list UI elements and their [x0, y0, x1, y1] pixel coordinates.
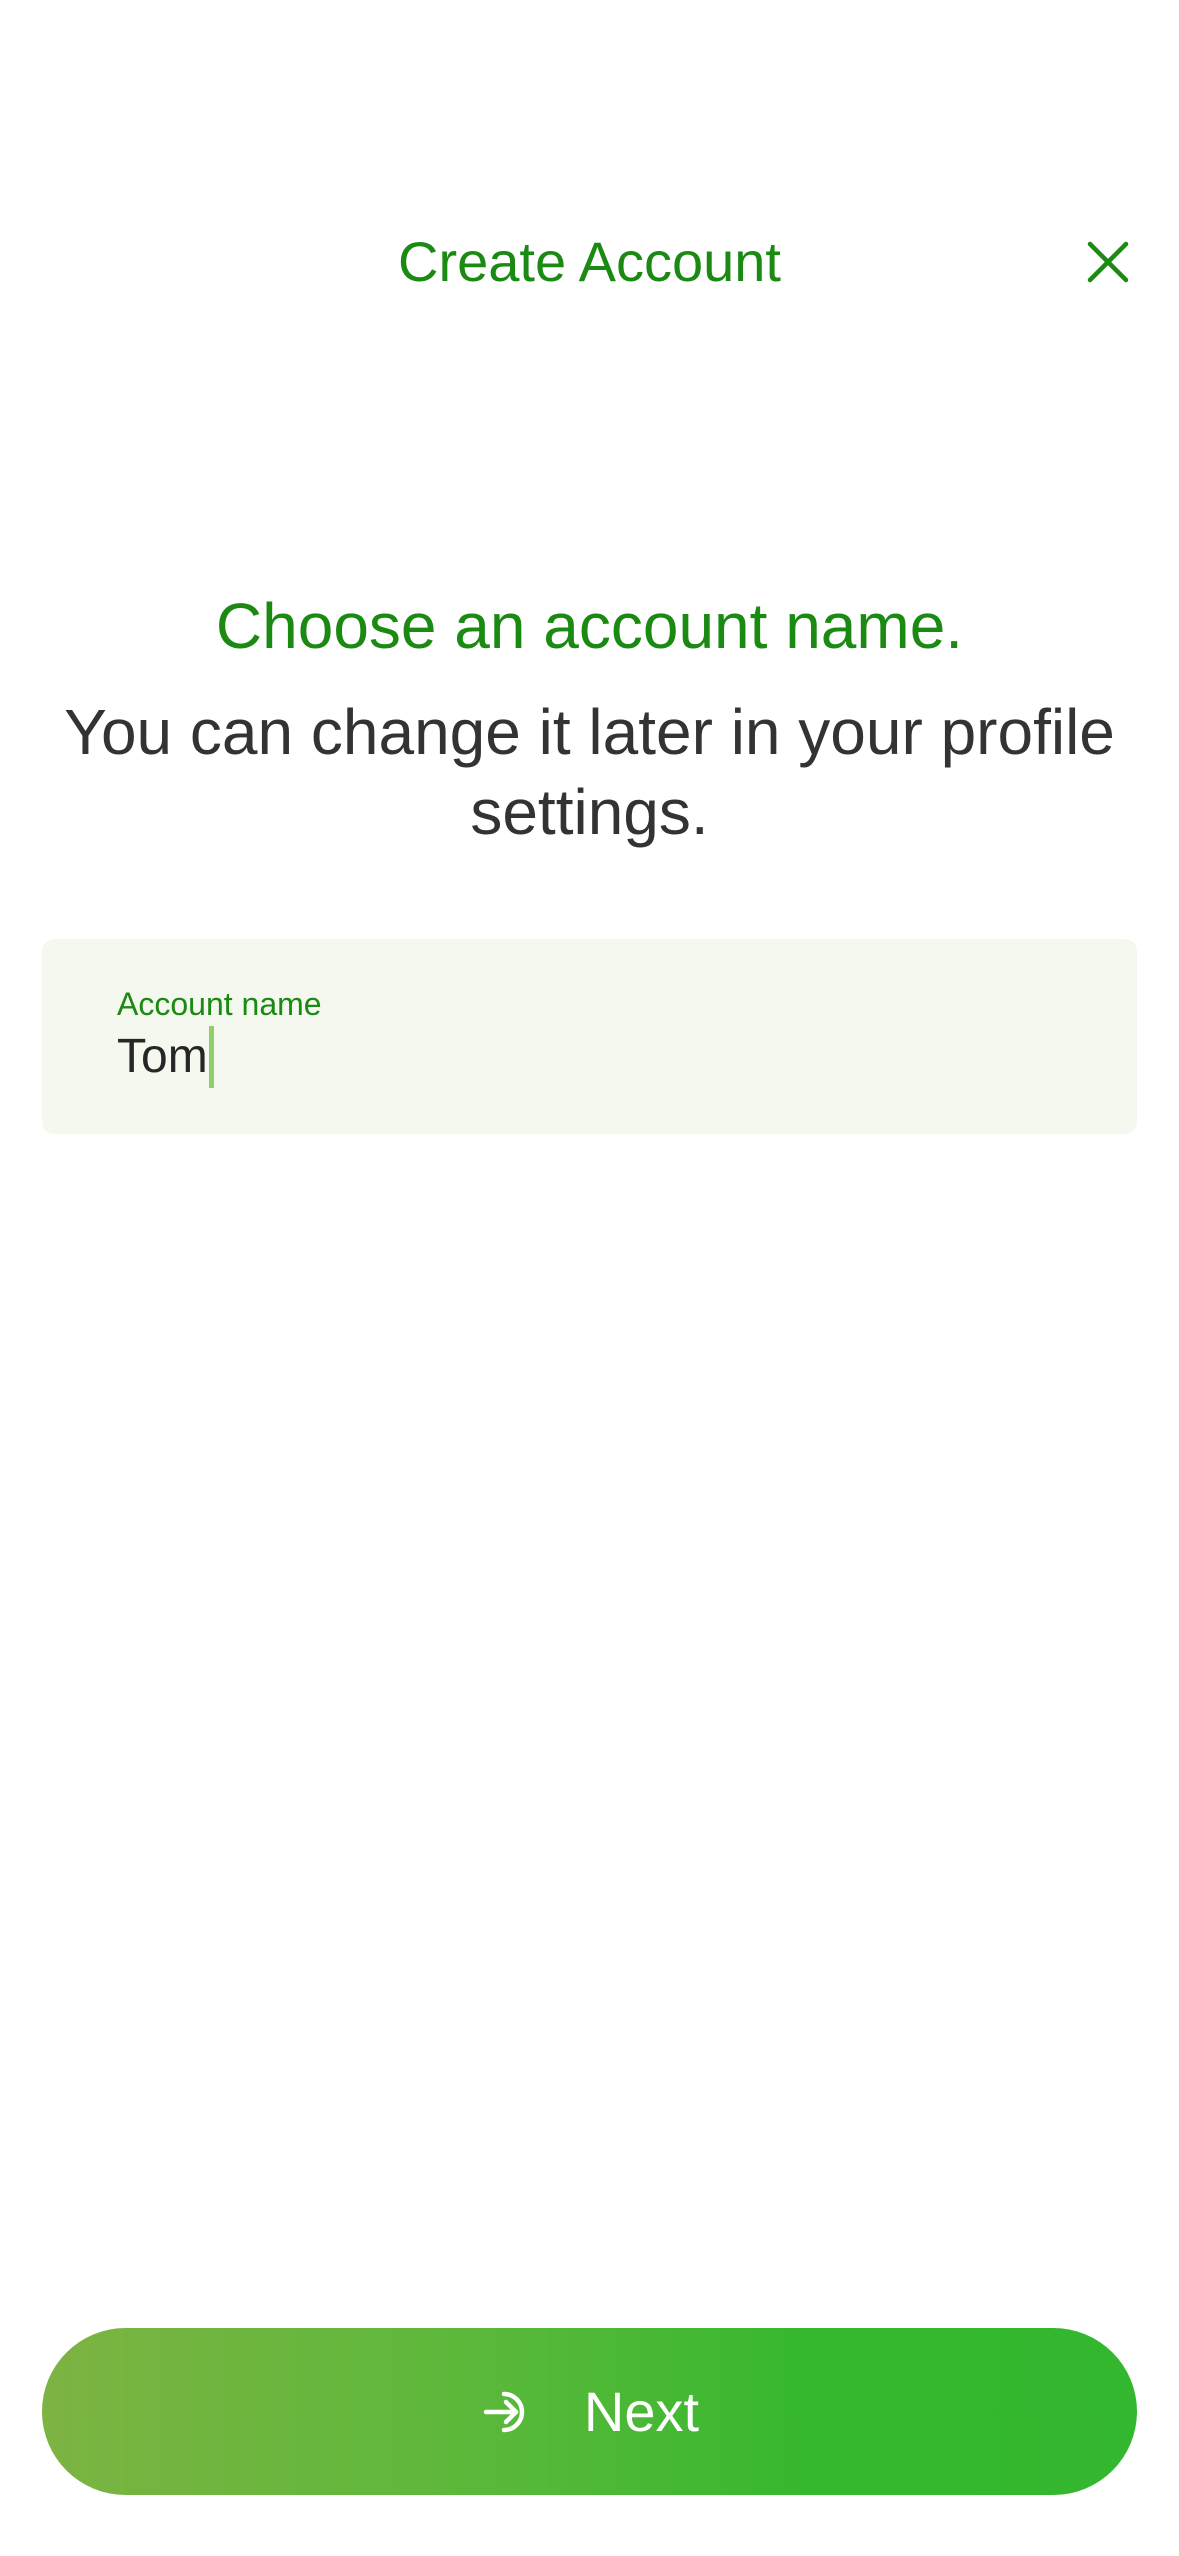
- text-cursor: [208, 1026, 214, 1088]
- page-title: Create Account: [398, 230, 781, 293]
- account-name-input[interactable]: Tom: [117, 1026, 214, 1088]
- close-button[interactable]: [1070, 224, 1146, 300]
- step-heading: Choose an account name.: [215, 590, 964, 662]
- sign-in-arrow-icon: [480, 2384, 536, 2440]
- account-name-label: Account name: [117, 986, 322, 1022]
- step-description: You can change it later in your profile …: [64, 696, 1115, 848]
- account-name-value: Tom: [117, 1030, 208, 1083]
- close-icon: [1087, 241, 1129, 283]
- next-button[interactable]: Next: [42, 2328, 1137, 2495]
- account-name-field[interactable]: Account name Tom: [42, 939, 1137, 1134]
- next-button-label: Next: [583, 2379, 700, 2443]
